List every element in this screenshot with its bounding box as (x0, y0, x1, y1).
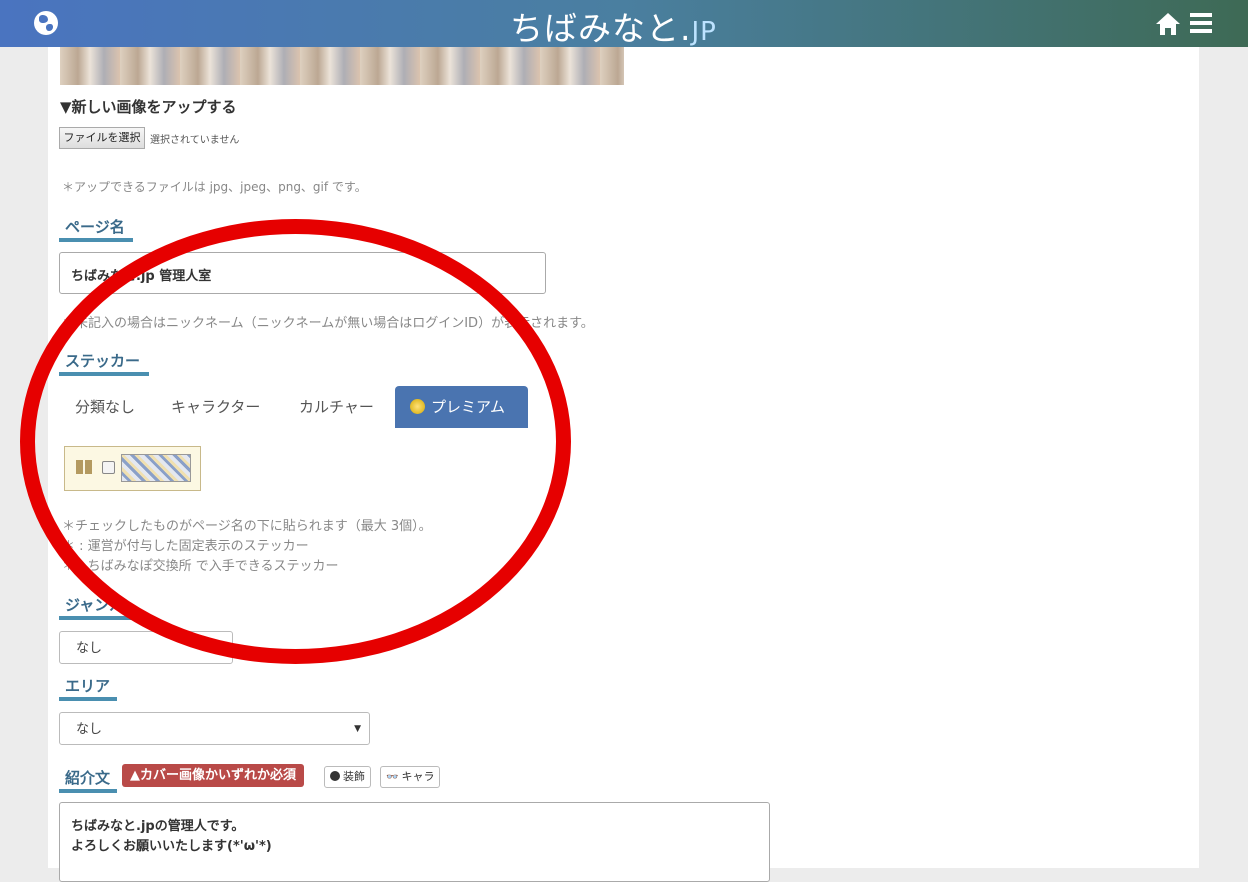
decor-button[interactable]: 装飾 (324, 766, 371, 788)
area-select[interactable]: なし ▼ (59, 712, 370, 745)
globe-icon[interactable] (34, 11, 58, 35)
chara-button[interactable]: 👓 キャラ (380, 766, 441, 788)
area-title: エリア (65, 677, 111, 695)
home-icon[interactable] (1154, 10, 1182, 38)
cover-image-preview (60, 47, 624, 85)
file-status: 選択されていません (150, 135, 240, 146)
intro-title: 紹介文 (65, 769, 111, 787)
glasses-icon: 👓 (386, 772, 399, 783)
question-icon (330, 771, 340, 781)
menu-icon[interactable] (1190, 13, 1212, 33)
top-navigation-bar: ちばみなと.JP (0, 0, 1248, 50)
site-logo[interactable]: ちばみなと.JP (510, 2, 717, 50)
section-underline (59, 789, 117, 793)
file-select-button[interactable]: ファイルを選択 (59, 127, 145, 149)
section-underline (59, 238, 133, 242)
required-badge: ▲カバー画像かいずれか必須 (122, 764, 304, 787)
intro-textarea[interactable]: ちばみなと.jpの管理人です。 よろしくお願いいたします(*'ω'*) (59, 802, 770, 882)
annotation-red-circle (20, 219, 571, 664)
intro-line-2: よろしくお願いいたします(*'ω'*) (71, 839, 272, 854)
upload-heading: ▼新しい画像をアップする (60, 98, 237, 116)
upload-note: ＊アップできるファイルは jpg、jpeg、png、gif です。 (62, 180, 367, 194)
page-name-title: ページ名 (65, 218, 125, 236)
section-underline (59, 616, 133, 620)
section-underline (59, 697, 117, 701)
intro-line-1: ちばみなと.jpの管理人です。 (71, 819, 245, 834)
